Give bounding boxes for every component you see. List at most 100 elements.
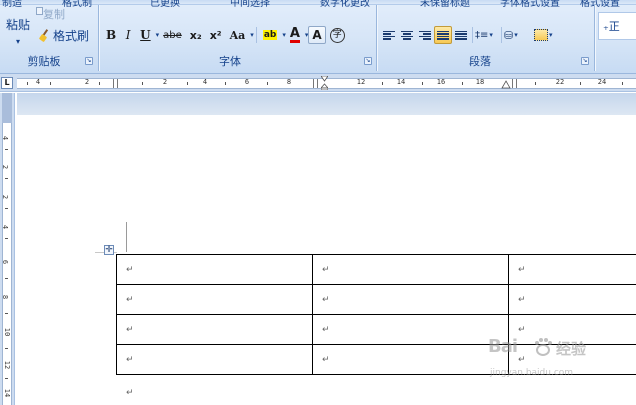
chevron-down-icon[interactable]: ▾: [3, 37, 33, 46]
align-left-icon[interactable]: [380, 26, 398, 44]
align-right-icon[interactable]: [416, 26, 434, 44]
borders-button[interactable]: ▾: [534, 26, 564, 44]
table-move-handle-icon[interactable]: ✛: [104, 245, 114, 255]
watermark: Bai 经验 jingyan.baidu.com: [488, 336, 608, 384]
change-case-dropdown-icon[interactable]: ▾: [250, 31, 254, 39]
table-cell[interactable]: ↵: [507, 284, 636, 315]
table-cell[interactable]: ↵: [116, 284, 313, 315]
cut-label: 格式制: [62, 0, 92, 9]
paragraph-mark: ↵: [321, 264, 330, 275]
copy-button[interactable]: 复制: [43, 6, 65, 22]
ruler-number: 4: [1, 224, 10, 230]
align-center-icon[interactable]: [398, 26, 416, 44]
ruler-number: 8: [1, 294, 10, 300]
table-cell[interactable]: ↵: [311, 314, 509, 345]
ruler-number: 18: [475, 78, 485, 86]
character-shading-button[interactable]: A: [308, 26, 326, 44]
paw-icon: [535, 338, 552, 356]
ruler-number: 16: [436, 78, 446, 86]
enclose-characters-icon: 字: [329, 27, 345, 43]
horizontal-ruler-bar: L 4 2 2 4 6 8 12 14 16 18 22 24: [0, 74, 636, 92]
font-toolbar: B I U ▾ abe x₂ x² Aa ▾ ab ▾ A ▾ A 字: [102, 25, 349, 45]
line-spacing-button[interactable]: ‡≡ ▾: [475, 26, 499, 44]
clipboard-group-label: 剪贴板: [27, 55, 61, 68]
table-cell[interactable]: ↵: [507, 254, 636, 285]
horizontal-ruler[interactable]: 4 2 2 4 6 8 12 14 16 18 22 24: [17, 76, 636, 90]
bold-button[interactable]: B: [102, 26, 120, 44]
strikethrough-button[interactable]: abe: [159, 26, 186, 44]
superscript-button[interactable]: x²: [206, 26, 226, 44]
vertical-ruler-margin: [2, 93, 12, 123]
table-cell[interactable]: ↵: [116, 254, 313, 285]
watermark-text: 经验: [556, 340, 587, 358]
clipboard-launcher-icon[interactable]: ↘: [85, 57, 93, 65]
change-case-button[interactable]: Aa: [226, 26, 250, 44]
indent-marker-icon[interactable]: [321, 76, 328, 90]
paste-button[interactable]: 粘贴 ▾: [3, 12, 33, 52]
ruler-tick: [462, 82, 463, 85]
highlight-button[interactable]: ab: [259, 26, 282, 44]
vertical-ruler[interactable]: 4 2 2 4 6 8 10 12 14: [0, 93, 15, 405]
border-icon: [534, 29, 548, 41]
ruler-tick: [5, 378, 8, 379]
ruler-tick: [99, 82, 100, 85]
tab-selector-button[interactable]: L: [1, 77, 13, 89]
enclose-characters-button[interactable]: 字: [326, 26, 349, 44]
font-color-button[interactable]: A: [286, 26, 304, 44]
ruler-tick: [535, 82, 536, 85]
ruler-number: 22: [555, 78, 565, 86]
underline-button[interactable]: U: [136, 26, 154, 44]
chevron-down-icon: ▾: [549, 31, 553, 39]
column-marker[interactable]: [113, 79, 118, 88]
copy-icon: [36, 7, 43, 15]
ruler-tick: [5, 313, 8, 314]
paragraph-launcher-icon[interactable]: ↘: [581, 57, 589, 65]
ruler-tick: [5, 238, 8, 239]
ruler-number: 2: [1, 164, 10, 170]
watermark-url: jingyan.baidu.com: [490, 368, 574, 378]
toolbar-separator: [255, 27, 257, 43]
column-marker[interactable]: [512, 79, 517, 88]
justify-icon[interactable]: [434, 26, 452, 44]
distribute-icon[interactable]: [452, 26, 470, 44]
shading-button[interactable]: ⛁ ▾: [504, 26, 534, 44]
ruler-number: 6: [1, 259, 10, 265]
table-cell[interactable]: ↵: [116, 344, 313, 375]
ruler-tick: [50, 82, 51, 85]
ruler-tick: [225, 82, 226, 85]
table-cell[interactable]: ↵: [116, 314, 313, 345]
cut-label: 中间选择: [230, 0, 270, 9]
ruler-number: 6: [244, 78, 250, 86]
ruler-number: 4: [1, 135, 10, 141]
quick-style-normal[interactable]: ₊正: [598, 12, 636, 40]
watermark-logo: Bai: [488, 336, 518, 357]
paragraph-mark: ↵: [126, 388, 134, 398]
paragraph-mark: ↵: [126, 294, 134, 305]
line-spacing-icon: ‡≡: [475, 29, 489, 41]
group-divider: [594, 5, 595, 71]
column-marker[interactable]: [313, 79, 318, 88]
cut-label: 制造: [2, 0, 22, 9]
table-cell[interactable]: ↵: [311, 284, 509, 315]
cut-label: 格式设置: [580, 0, 620, 9]
paintbrush-icon: [38, 29, 50, 43]
font-launcher-icon[interactable]: ↘: [364, 57, 372, 65]
cut-label: 字体格式设置: [500, 0, 560, 9]
subscript-button[interactable]: x₂: [186, 26, 206, 44]
cut-label: 未保留标题: [420, 0, 470, 9]
italic-button[interactable]: I: [120, 26, 136, 44]
paragraph-toolbar: ‡≡ ▾ ⛁ ▾ ▾: [380, 25, 564, 45]
table-row: ↵ ↵ ↵: [116, 284, 636, 315]
ruler-tick: [622, 82, 623, 85]
ruler-tick: [267, 82, 268, 85]
ruler-number: 14: [396, 78, 406, 86]
table-cell[interactable]: ↵: [311, 254, 509, 285]
right-indent-marker-icon[interactable]: [501, 80, 511, 89]
format-painter-button[interactable]: 格式刷: [38, 27, 89, 43]
chevron-down-icon: ▾: [514, 31, 518, 39]
table-cell[interactable]: ↵: [311, 344, 509, 375]
ruler-tick: [5, 278, 8, 279]
ruler-tick: [187, 82, 188, 85]
ruler-tick: [5, 178, 8, 179]
ruler-number: 12: [3, 360, 12, 370]
